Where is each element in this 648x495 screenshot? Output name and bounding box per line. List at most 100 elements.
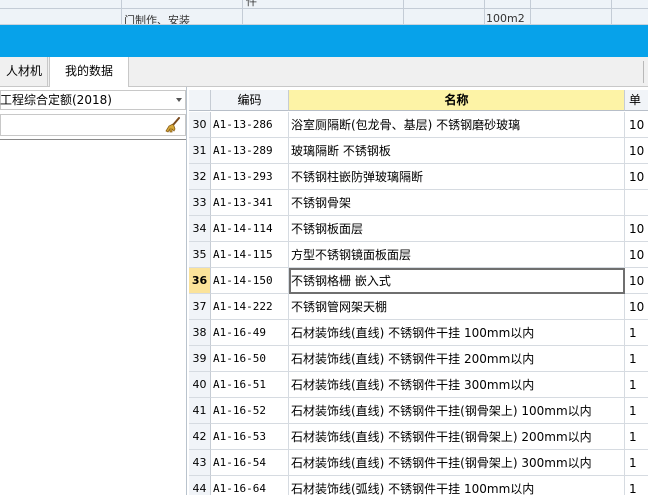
table-row[interactable]: 36 A1-14-150 不锈钢格栅 嵌入式 10 [189, 268, 648, 294]
cell-code[interactable]: A1-16-49 [211, 320, 289, 346]
cell-name[interactable]: 石材装饰线(直线) 不锈钢件干挂 300mm以内 [289, 372, 625, 398]
background-window-strip: 件 门制作、安装 100m2 [0, 0, 648, 25]
row-number: 33 [189, 190, 211, 216]
row-number: 43 [189, 450, 211, 476]
row-number: 31 [189, 138, 211, 164]
bg-cell-text: 件 [246, 0, 257, 8]
cell-code[interactable]: A1-16-51 [211, 372, 289, 398]
table-row[interactable]: 31 A1-13-289 玻璃隔断 不锈钢板 10 [189, 138, 648, 164]
cell-name[interactable]: 不锈钢管网架天棚 [289, 294, 625, 320]
broom-icon[interactable] [165, 117, 181, 133]
row-number: 35 [189, 242, 211, 268]
cell-name[interactable]: 方型不锈钢镜面板面层 [289, 242, 625, 268]
table-row[interactable]: 37 A1-14-222 不锈钢管网架天棚 10 [189, 294, 648, 320]
row-number: 40 [189, 372, 211, 398]
bg-grid-line [121, 0, 122, 24]
table-row[interactable]: 30 A1-13-286 浴室厕隔断(包龙骨、基层) 不锈钢磨砂玻璃 10 [189, 112, 648, 138]
grid-header-row-number [189, 90, 211, 111]
cell-name[interactable]: 浴室厕隔断(包龙骨、基层) 不锈钢磨砂玻璃 [289, 112, 625, 138]
table-row[interactable]: 33 A1-13-341 不锈钢骨架 [189, 190, 648, 216]
cell-code[interactable]: A1-16-50 [211, 346, 289, 372]
window-titlebar[interactable] [0, 25, 648, 57]
tab-bar: 人材机 我的数据 [0, 57, 648, 87]
tab-label: 我的数据 [64, 64, 113, 78]
tab-my-data[interactable]: 我的数据 [49, 57, 129, 87]
cell-unit[interactable]: 1 [625, 372, 648, 398]
table-row[interactable]: 35 A1-14-115 方型不锈钢镜面板面层 10 [189, 242, 648, 268]
cell-code[interactable]: A1-13-293 [211, 164, 289, 190]
cell-name[interactable]: 玻璃隔断 不锈钢板 [289, 138, 625, 164]
quota-grid: 编码 名称 单 30 A1-13-286 浴室厕隔断(包龙骨、基层) 不锈钢磨砂玻璃… [189, 90, 648, 495]
row-number: 30 [189, 112, 211, 138]
table-row[interactable]: 39 A1-16-50 石材装饰线(直线) 不锈钢件干挂 200mm以内 1 [189, 346, 648, 372]
cell-unit[interactable]: 10 [625, 112, 648, 138]
cell-code[interactable]: A1-14-150 [211, 268, 289, 294]
table-row[interactable]: 34 A1-14-114 不锈钢板面层 10 [189, 216, 648, 242]
cell-unit[interactable]: 10 [625, 216, 648, 242]
cell-name[interactable]: 石材装饰线(弧线) 不锈钢件干挂 100mm以内 [289, 476, 625, 495]
cell-unit[interactable] [625, 190, 648, 216]
row-number: 44 [189, 476, 211, 495]
cell-code[interactable]: A1-13-341 [211, 190, 289, 216]
grid-header-unit[interactable]: 单 [625, 90, 648, 111]
cell-name[interactable]: 石材装饰线(直线) 不锈钢件干挂 200mm以内 [289, 346, 625, 372]
table-row[interactable]: 38 A1-16-49 石材装饰线(直线) 不锈钢件干挂 100mm以内 1 [189, 320, 648, 346]
cell-unit[interactable]: 1 [625, 320, 648, 346]
row-number: 34 [189, 216, 211, 242]
bg-grid-line [530, 0, 531, 24]
cell-code[interactable]: A1-16-64 [211, 476, 289, 495]
cell-code[interactable]: A1-16-54 [211, 450, 289, 476]
row-number: 38 [189, 320, 211, 346]
cell-code[interactable]: A1-13-289 [211, 138, 289, 164]
cell-name[interactable]: 不锈钢格栅 嵌入式 [289, 268, 625, 294]
cell-unit[interactable]: 10 [625, 164, 648, 190]
cell-unit[interactable]: 10 [625, 242, 648, 268]
cell-unit[interactable]: 1 [625, 476, 648, 495]
cell-name[interactable]: 石材装饰线(直线) 不锈钢件干挂(钢骨架上) 200mm以内 [289, 424, 625, 450]
table-row[interactable]: 40 A1-16-51 石材装饰线(直线) 不锈钢件干挂 300mm以内 1 [189, 372, 648, 398]
row-number: 36 [189, 268, 211, 294]
cell-unit[interactable]: 1 [625, 346, 648, 372]
cell-code[interactable]: A1-16-52 [211, 398, 289, 424]
table-row[interactable]: 44 A1-16-64 石材装饰线(弧线) 不锈钢件干挂 100mm以内 1 [189, 476, 648, 495]
chevron-down-icon[interactable] [176, 98, 182, 102]
cell-code[interactable]: A1-14-115 [211, 242, 289, 268]
row-number: 37 [189, 294, 211, 320]
cell-code[interactable]: A1-14-222 [211, 294, 289, 320]
cell-name[interactable]: 不锈钢板面层 [289, 216, 625, 242]
cell-code[interactable]: A1-13-286 [211, 112, 289, 138]
grid-header-code[interactable]: 编码 [211, 90, 289, 111]
bg-grid-line [0, 8, 648, 9]
bg-grid-line [242, 0, 243, 24]
table-row[interactable]: 43 A1-16-54 石材装饰线(直线) 不锈钢件干挂(钢骨架上) 300mm以内… [189, 450, 648, 476]
cell-code[interactable]: A1-14-114 [211, 216, 289, 242]
quota-library-select[interactable]: 工程综合定额(2018) [0, 90, 186, 110]
tab-label: 人材机 [6, 64, 43, 78]
cell-unit[interactable]: 1 [625, 450, 648, 476]
table-row[interactable]: 42 A1-16-53 石材装饰线(直线) 不锈钢件干挂(钢骨架上) 200mm以内… [189, 424, 648, 450]
cell-unit[interactable]: 1 [625, 424, 648, 450]
cell-unit[interactable]: 10 [625, 138, 648, 164]
cell-unit[interactable]: 10 [625, 294, 648, 320]
row-number: 39 [189, 346, 211, 372]
left-panel: 工程综合定额(2018) [0, 87, 187, 495]
cell-name[interactable]: 不锈钢柱嵌防弹玻璃隔断 [289, 164, 625, 190]
tab-materials[interactable]: 人材机 [0, 57, 48, 86]
table-row[interactable]: 41 A1-16-52 石材装饰线(直线) 不锈钢件干挂(钢骨架上) 100mm以内… [189, 398, 648, 424]
cell-name[interactable]: 石材装饰线(直线) 不锈钢件干挂(钢骨架上) 300mm以内 [289, 450, 625, 476]
tabbar-divider [643, 61, 644, 83]
quota-library-value: 工程综合定额(2018) [0, 93, 112, 107]
cell-unit[interactable]: 10 [625, 268, 648, 294]
bg-cell-text: 100m2 [486, 12, 525, 25]
cell-name[interactable]: 石材装饰线(直线) 不锈钢件干挂 100mm以内 [289, 320, 625, 346]
cell-name[interactable]: 不锈钢骨架 [289, 190, 625, 216]
grid-header-name[interactable]: 名称 [289, 90, 625, 111]
row-number: 32 [189, 164, 211, 190]
cell-code[interactable]: A1-16-53 [211, 424, 289, 450]
table-row[interactable]: 32 A1-13-293 不锈钢柱嵌防弹玻璃隔断 10 [189, 164, 648, 190]
cell-unit[interactable]: 1 [625, 398, 648, 424]
row-number: 41 [189, 398, 211, 424]
category-tree[interactable] [0, 139, 186, 495]
search-input[interactable] [0, 114, 186, 136]
cell-name[interactable]: 石材装饰线(直线) 不锈钢件干挂(钢骨架上) 100mm以内 [289, 398, 625, 424]
